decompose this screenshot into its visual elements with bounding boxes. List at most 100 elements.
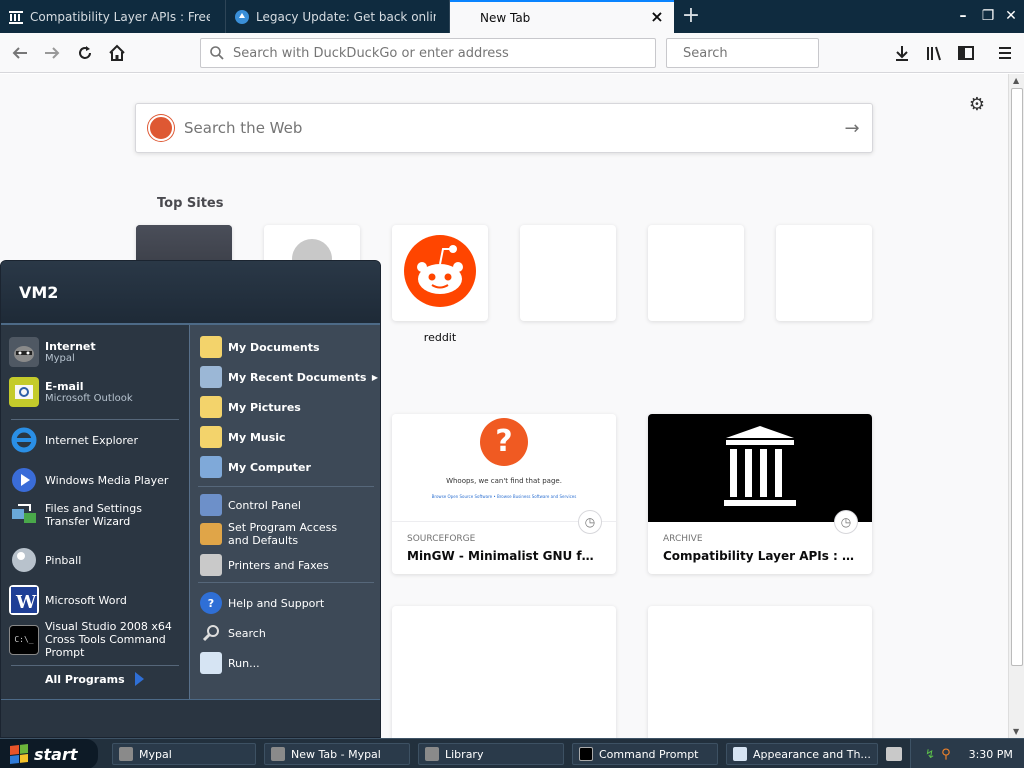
taskbar-item-label: Library (445, 747, 484, 761)
program-label: Visual Studio 2008 x64 Cross Tools Comma… (45, 620, 172, 659)
recent-visual-studio-prompt[interactable]: C:\_ Visual Studio 2008 x64 Cross Tools … (9, 620, 189, 659)
taskbar-item-appearance[interactable]: Appearance and Th... (726, 743, 878, 765)
taskbar-item-label: Appearance and Th... (753, 747, 871, 761)
taskbar-item-mypal[interactable]: Mypal (112, 743, 256, 765)
top-site-tile-empty[interactable] (776, 225, 872, 321)
place-label: My Pictures (228, 400, 301, 414)
home-icon (109, 44, 125, 61)
keyboard-icon[interactable] (886, 747, 902, 761)
recent-documents-icon (200, 366, 222, 388)
tab-label: Legacy Update: Get back online, activate (256, 9, 436, 24)
library-button[interactable] (920, 39, 948, 67)
home-button[interactable] (103, 39, 131, 67)
scroll-down-icon[interactable]: ▼ (1013, 727, 1019, 736)
search-submit-arrow-icon[interactable]: → (832, 118, 872, 139)
program-label: Pinball (45, 553, 82, 567)
network-icon[interactable]: ↯ (925, 747, 935, 761)
control-panel[interactable]: Control Panel (200, 494, 301, 516)
tab-legacy-update[interactable]: Legacy Update: Get back online, activate (226, 0, 450, 33)
set-program-access[interactable]: Set Program Access and Defaults (200, 521, 360, 547)
command-prompt-icon: C:\_ (9, 624, 39, 655)
reload-button[interactable] (71, 39, 99, 67)
place-label: Control Panel (228, 498, 301, 512)
highlight-card-archive[interactable]: ◷ ARCHIVE Compatibility Layer APIs : Fre… (648, 414, 872, 574)
menu-button[interactable] (991, 39, 1019, 67)
minimize-icon[interactable]: – (952, 5, 974, 27)
search-tray-icon[interactable]: ⚲ (941, 747, 951, 762)
start-menu-places: My Documents My Recent Documents ▶ My Pi… (189, 325, 380, 699)
highlight-card-empty[interactable] (392, 606, 616, 738)
pinned-email[interactable]: E-mail Microsoft Outlook (9, 377, 133, 407)
my-computer[interactable]: My Computer (200, 456, 311, 478)
card-title: MinGW - Minimalist GNU for Wi... (407, 549, 601, 563)
web-search-input[interactable] (184, 119, 832, 137)
program-label: Microsoft Word (45, 593, 127, 607)
recent-windows-media-player[interactable]: Windows Media Player (9, 465, 168, 495)
place-label: Search (228, 626, 266, 640)
top-site-tile-empty[interactable] (648, 225, 744, 321)
tab-new-tab[interactable]: New Tab × (450, 0, 674, 33)
scrollbar-thumb[interactable] (1011, 88, 1023, 666)
highlight-card-empty[interactable] (648, 606, 872, 738)
start-label: start (34, 744, 78, 764)
taskbar-item-library[interactable]: Library (418, 743, 564, 765)
my-documents[interactable]: My Documents (200, 336, 320, 358)
run[interactable]: Run... (200, 652, 260, 674)
search[interactable]: Search (200, 622, 266, 644)
close-window-icon[interactable]: ✕ (1000, 5, 1022, 27)
program-label: Internet Explorer (45, 433, 138, 447)
pinned-internet[interactable]: Internet Mypal (9, 337, 96, 367)
forward-button[interactable] (38, 39, 66, 67)
scroll-up-icon[interactable]: ▲ (1013, 76, 1019, 85)
tab-label: New Tab (480, 10, 531, 25)
help-support[interactable]: ? Help and Support (200, 592, 324, 614)
sidebar-icon (958, 46, 974, 60)
top-site-tile-reddit[interactable] (392, 225, 488, 321)
place-label: Help and Support (228, 596, 325, 610)
preview-message: Whoops, we can't find that page. (446, 477, 562, 485)
url-input[interactable] (233, 45, 655, 61)
taskbar-item-new-tab[interactable]: New Tab - Mypal (264, 743, 410, 765)
clock[interactable]: 3:30 PM (969, 748, 1013, 761)
highlight-card-sourceforge[interactable]: ? Whoops, we can't find that page. Brows… (392, 414, 616, 574)
reload-icon (79, 46, 91, 59)
recent-internet-explorer[interactable]: Internet Explorer (9, 425, 138, 455)
top-site-tile-empty[interactable] (520, 225, 616, 321)
recent-files-settings-transfer[interactable]: Files and Settings Transfer Wizard (9, 500, 185, 530)
sidebar-button[interactable] (952, 39, 980, 67)
my-music[interactable]: My Music (200, 426, 286, 448)
pinned-subtitle: Mypal (45, 353, 75, 364)
start-menu-user: VM2 (1, 261, 380, 325)
recent-microsoft-word[interactable]: W Microsoft Word (9, 585, 127, 615)
start-button[interactable]: start (0, 739, 98, 768)
web-search-box[interactable]: → (135, 103, 873, 153)
taskbar-item-label: Mypal (139, 747, 172, 761)
program-label: Files and Settings Transfer Wizard (45, 502, 142, 528)
close-tab-icon[interactable]: × (650, 9, 664, 25)
recent-pinball[interactable]: Pinball (9, 545, 81, 575)
taskbar-item-command-prompt[interactable]: Command Prompt (572, 743, 718, 765)
hamburger-menu-icon (999, 47, 1011, 59)
printers-faxes[interactable]: Printers and Faxes (200, 554, 329, 576)
downloads-button[interactable] (888, 39, 916, 67)
search-input[interactable] (683, 45, 853, 61)
page-scrollbar[interactable]: ▲ ▼ (1008, 74, 1024, 738)
pinned-subtitle: Microsoft Outlook (45, 393, 133, 404)
card-preview: ? Whoops, we can't find that page. Brows… (392, 414, 616, 534)
all-programs-button[interactable]: All Programs (45, 672, 144, 686)
divider (11, 665, 179, 666)
search-bar[interactable] (666, 38, 853, 68)
download-icon (896, 46, 908, 61)
tab-compatibility-layer[interactable]: Compatibility Layer APIs : Free Download (0, 0, 226, 33)
my-recent-documents[interactable]: My Recent Documents ▶ (200, 366, 378, 388)
restore-icon[interactable]: ❐ (977, 5, 999, 27)
back-button[interactable] (6, 39, 34, 67)
control-panel-icon (200, 494, 222, 516)
outlook-icon (9, 377, 39, 407)
url-bar[interactable] (200, 38, 656, 68)
gear-icon[interactable]: ⚙ (966, 94, 988, 116)
my-pictures[interactable]: My Pictures (200, 396, 301, 418)
card-source: ARCHIVE (663, 534, 703, 544)
new-tab-button[interactable]: + (678, 4, 704, 30)
search-icon (210, 46, 224, 60)
